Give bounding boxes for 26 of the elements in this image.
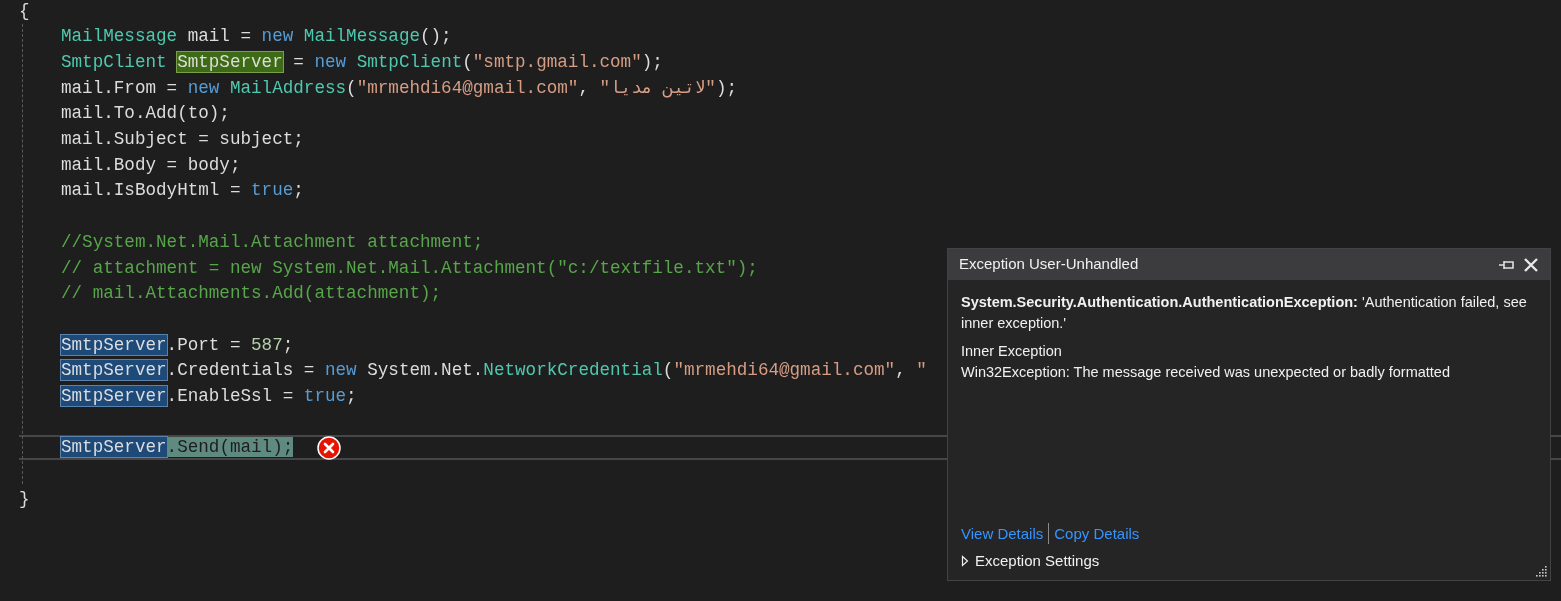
code-line: SmtpServer.Port = 587; bbox=[61, 333, 294, 357]
resize-grip-icon[interactable] bbox=[1535, 565, 1547, 577]
inner-exception-label: Inner Exception bbox=[961, 342, 1063, 361]
pin-icon[interactable] bbox=[1498, 258, 1515, 271]
code-line: mail.Subject = subject; bbox=[61, 128, 304, 152]
code-line: SmtpServer.Credentials = new System.Net.NetworkCredential("mrmehdi64@gmail.com", " bbox=[61, 359, 927, 383]
code-line: SmtpServer.Send(mail); bbox=[61, 436, 294, 460]
code-line: // mail.Attachments.Add(attachment); bbox=[61, 282, 442, 306]
code-line: mail.IsBodyHtml = true; bbox=[61, 179, 304, 203]
details-link[interactable]: View Details bbox=[961, 523, 1044, 544]
code-line: //System.Net.Mail.Attachment attachment; bbox=[61, 230, 484, 254]
exception-message: System.Security.Authentication.AuthenticationException: 'Authentication failed, see inner exception.' bbox=[961, 293, 1528, 333]
code-brace: } bbox=[19, 487, 30, 511]
close-icon[interactable] bbox=[1523, 256, 1539, 273]
details-link[interactable]: Copy Details bbox=[1054, 523, 1140, 544]
code-line: SmtpClient SmtpServer = new SmtpClient("smtp.gmail.com"); bbox=[61, 51, 663, 75]
inner-exception-message: Win32Exception: The message received was unexpected or badly formatted bbox=[961, 363, 1451, 382]
popup-title: Exception User-Unhandled bbox=[959, 254, 1139, 275]
code-line: MailMessage mail = new MailMessage(); bbox=[61, 25, 452, 49]
code-brace: { bbox=[19, 0, 30, 23]
code-line: SmtpServer.EnableSsl = true; bbox=[61, 384, 357, 408]
code-line: mail.Body = body; bbox=[61, 153, 241, 177]
code-line: // attachment = new System.Net.Mail.Attachment("c:/textfile.txt"); bbox=[61, 256, 758, 280]
exception-settings-toggle[interactable]: Exception Settings bbox=[961, 550, 1537, 571]
expand-arrow-icon bbox=[961, 554, 969, 567]
code-line: mail.To.Add(to); bbox=[61, 102, 230, 126]
